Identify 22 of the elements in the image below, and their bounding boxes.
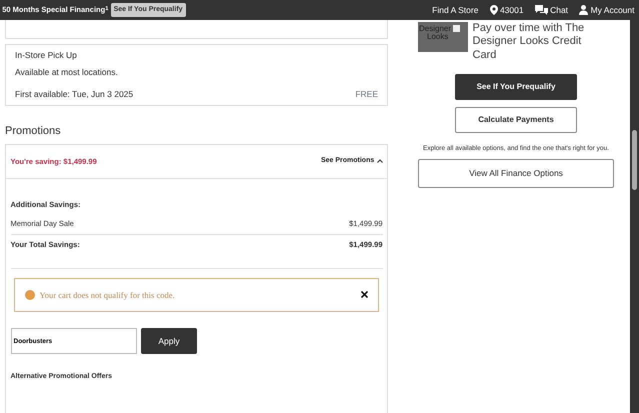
first-available-text: First available: Tue, Jun 3 2025 <box>15 88 134 101</box>
pickup-title: In-Store Pick Up <box>15 49 78 62</box>
zip-code-link[interactable]: 43001 <box>500 4 524 16</box>
user-icon <box>579 5 588 15</box>
warning-icon <box>25 290 35 300</box>
credit-card-drawing: Designer Looks <box>418 22 468 52</box>
chat-icon <box>534 5 548 15</box>
close-button[interactable] <box>361 291 368 298</box>
calculate-payments-button[interactable]: Calculate Payments <box>455 106 577 133</box>
store-link[interactable]: Find A Store <box>432 4 478 16</box>
finance-title: Pay over time with The Designer Looks Credit Card <box>472 22 586 62</box>
view-finance-options-button[interactable]: View All Finance Options <box>418 158 614 188</box>
account-link[interactable]: My Account <box>590 4 634 16</box>
chat-link[interactable]: Chat <box>550 4 568 16</box>
price-text: FREE <box>355 88 378 101</box>
section-heading: Promotions <box>5 124 62 140</box>
scrollbar-thumb[interactable] <box>632 130 637 190</box>
prequalify-button[interactable]: See If You Prequalify <box>455 74 577 100</box>
apply-button[interactable]: Apply <box>141 328 197 354</box>
availability-text: Available at most locations. <box>15 66 119 79</box>
alert-text: Your cart does not qualify for this code. <box>40 288 176 302</box>
location-pin-icon <box>490 5 498 15</box>
